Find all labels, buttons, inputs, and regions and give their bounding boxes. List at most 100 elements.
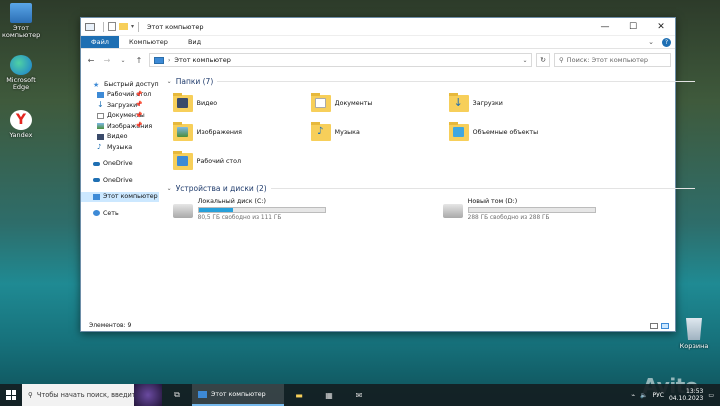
computer-icon bbox=[10, 3, 32, 23]
back-button[interactable]: ← bbox=[85, 56, 97, 65]
help-button[interactable]: ? bbox=[662, 38, 671, 47]
network-icon[interactable]: ⌁ bbox=[631, 392, 635, 399]
quick-access-toolbar-dropdown[interactable]: ▾ bbox=[131, 23, 134, 30]
nav-this-pc[interactable]: Этот компьютер bbox=[81, 191, 159, 202]
music-icon: ♪ bbox=[97, 143, 102, 152]
forward-button[interactable]: → bbox=[101, 56, 113, 65]
folder-label: Объемные объекты bbox=[472, 129, 539, 136]
address-dropdown-icon[interactable]: ⌄ bbox=[519, 57, 531, 64]
folder-downloads[interactable]: ↓ Загрузки bbox=[448, 89, 587, 118]
task-view-icon[interactable]: ⧉ bbox=[162, 384, 192, 406]
large-icons-view-button[interactable] bbox=[661, 322, 669, 329]
edge-icon bbox=[10, 55, 32, 75]
window-title: Этот компьютер bbox=[147, 22, 204, 31]
drive-usage-fill bbox=[198, 208, 234, 212]
clock-time: 13:53 bbox=[686, 387, 704, 395]
nav-documents[interactable]: Документы 📌 bbox=[81, 111, 159, 122]
nav-onedrive[interactable]: OneDrive bbox=[81, 175, 159, 186]
search-icon: ⚲ bbox=[559, 56, 564, 64]
search-icon: ⚲ bbox=[28, 391, 33, 399]
address-bar[interactable]: › Этот компьютер ⌄ bbox=[149, 53, 532, 67]
taskbar-app-label: Этот компьютер bbox=[211, 390, 266, 398]
language-indicator[interactable]: РУС bbox=[653, 392, 664, 399]
desktop-icon-yandex[interactable]: Y Yandex bbox=[2, 110, 40, 139]
refresh-button[interactable]: ↻ bbox=[536, 53, 550, 67]
music-folder-icon: ♪ bbox=[310, 122, 331, 141]
clock[interactable]: 13:53 04.10.2023 bbox=[669, 388, 703, 402]
drive-free-space: 80,5 ГБ свободно из 111 ГБ bbox=[197, 215, 282, 221]
close-button[interactable]: ✕ bbox=[647, 18, 675, 35]
pin-icon[interactable]: 📌 bbox=[135, 101, 142, 108]
folder-3d-objects[interactable]: Объемные объекты bbox=[448, 118, 587, 147]
nav-music[interactable]: ♪ Музыка bbox=[81, 142, 159, 153]
desktop-icon-this-pc[interactable]: Этот компьютер bbox=[2, 3, 40, 40]
start-button[interactable] bbox=[0, 384, 22, 406]
tab-file[interactable]: Файл bbox=[81, 36, 119, 48]
tab-computer[interactable]: Компьютер bbox=[119, 36, 178, 48]
tab-view[interactable]: Вид bbox=[178, 36, 211, 48]
group-title: Устройства и диски (2) bbox=[175, 183, 267, 193]
nav-desktop[interactable]: Рабочий стол 📌 bbox=[81, 90, 159, 101]
desktop-folder-icon bbox=[172, 151, 193, 170]
microsoft-store-icon[interactable]: ▦ bbox=[314, 384, 344, 406]
folder-label: Изображения bbox=[196, 129, 242, 136]
nav-downloads[interactable]: ↓ Загрузки 📌 bbox=[81, 100, 159, 111]
nav-label: OneDrive bbox=[103, 176, 133, 184]
pin-icon[interactable]: 📌 bbox=[135, 112, 142, 119]
volume-icon[interactable]: 🔈 bbox=[640, 392, 647, 399]
taskbar-search[interactable]: ⚲ Чтобы начать поиск, введите bbox=[22, 384, 162, 406]
pin-icon[interactable]: 📌 bbox=[135, 91, 142, 98]
search-placeholder: Поиск: Этот компьютер bbox=[566, 56, 649, 64]
ribbon-expand-icon[interactable]: ⌄ bbox=[646, 36, 656, 48]
folder-label: Загрузки bbox=[472, 100, 503, 107]
onedrive-icon bbox=[93, 178, 100, 183]
chevron-down-icon: ⌄ bbox=[166, 77, 172, 85]
taskbar-app-explorer[interactable]: Этот компьютер bbox=[192, 384, 284, 406]
star-icon: ★ bbox=[93, 81, 100, 90]
search-highlight-image bbox=[134, 384, 162, 406]
notifications-icon[interactable]: ▭ bbox=[708, 392, 714, 399]
nav-quick-access[interactable]: ★ Быстрый доступ bbox=[81, 79, 159, 90]
video-folder-icon bbox=[172, 93, 193, 112]
drive-d[interactable]: Новый том (D:) 288 ГБ свободно из 288 ГБ bbox=[442, 198, 705, 221]
details-view-button[interactable] bbox=[650, 322, 658, 329]
address-toolbar: ← → ⌄ ↑ › Этот компьютер ⌄ ↻ ⚲ Поиск: Эт… bbox=[81, 49, 675, 71]
recycle-bin-icon bbox=[686, 318, 702, 340]
breadcrumb[interactable]: Этот компьютер bbox=[174, 56, 230, 64]
nav-label: Быстрый доступ bbox=[104, 80, 159, 88]
properties-icon[interactable] bbox=[108, 22, 116, 31]
nav-videos[interactable]: Видео bbox=[81, 132, 159, 143]
recent-locations-dropdown[interactable]: ⌄ bbox=[117, 57, 129, 64]
desktop-icon-recycle-bin[interactable]: Корзина bbox=[674, 318, 714, 350]
folder-music[interactable]: ♪ Музыка bbox=[310, 118, 449, 147]
up-button[interactable]: ↑ bbox=[133, 56, 145, 65]
maximize-button[interactable]: ☐ bbox=[619, 18, 647, 35]
new-folder-icon[interactable] bbox=[119, 23, 128, 30]
drive-free-space: 288 ГБ свободно из 288 ГБ bbox=[467, 215, 550, 221]
file-explorer-icon[interactable]: ▬ bbox=[284, 384, 314, 406]
folder-documents[interactable]: Документы bbox=[310, 89, 449, 118]
pictures-folder-icon bbox=[172, 122, 193, 141]
drive-name: Новый том (D:) bbox=[467, 198, 518, 205]
nav-onedrive-personal[interactable]: OneDrive bbox=[81, 159, 159, 170]
minimize-button[interactable]: — bbox=[591, 18, 619, 35]
nav-pictures[interactable]: Изображения 📌 bbox=[81, 121, 159, 132]
desktop-icon-edge[interactable]: Microsoft Edge bbox=[2, 55, 40, 92]
desktop-icon-label: Этот компьютер bbox=[2, 24, 41, 40]
drives-list: Локальный диск (C:) 80,5 ГБ свободно из … bbox=[172, 198, 705, 221]
drives-group-header[interactable]: ⌄ Устройства и диски (2) bbox=[167, 182, 705, 194]
folders-group-header[interactable]: ⌄ Папки (7) bbox=[167, 75, 705, 87]
divider bbox=[270, 187, 695, 189]
folders-grid: Видео Документы ↓ Загрузки Изображения ♪… bbox=[172, 89, 705, 176]
divider bbox=[138, 21, 140, 32]
folder-videos[interactable]: Видео bbox=[172, 89, 311, 118]
drive-c[interactable]: Локальный диск (C:) 80,5 ГБ свободно из … bbox=[172, 198, 435, 221]
nav-network[interactable]: Сеть bbox=[81, 208, 159, 219]
folder-desktop[interactable]: Рабочий стол bbox=[172, 147, 311, 176]
search-input[interactable]: ⚲ Поиск: Этот компьютер bbox=[554, 53, 671, 67]
folder-pictures[interactable]: Изображения bbox=[172, 118, 311, 147]
title-bar[interactable]: ▾ Этот компьютер — ☐ ✕ bbox=[81, 18, 675, 36]
pin-icon[interactable]: 📌 bbox=[135, 122, 142, 129]
computer-icon bbox=[198, 390, 207, 398]
mail-icon[interactable]: ✉ bbox=[344, 384, 374, 406]
